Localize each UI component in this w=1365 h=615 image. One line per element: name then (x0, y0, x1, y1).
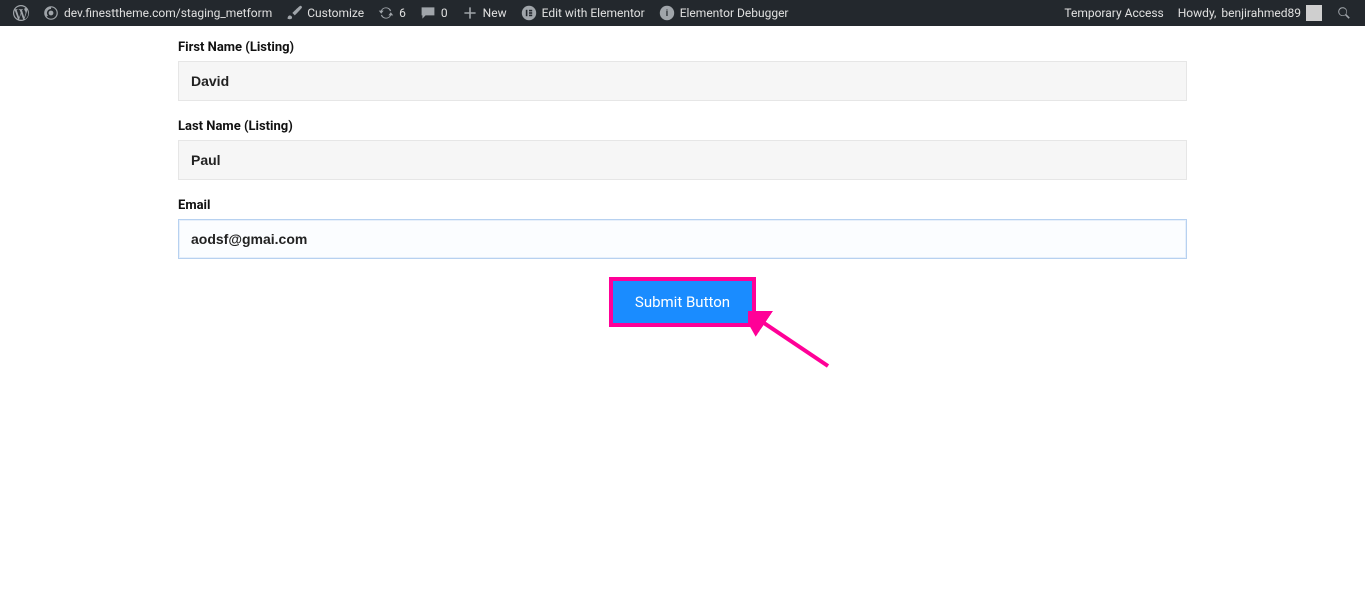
email-group: Email (178, 198, 1187, 259)
admin-bar-right: Temporary Access Howdy, benjirahmed89 (1057, 0, 1359, 26)
last-name-label: Last Name (Listing) (178, 119, 1187, 134)
wp-admin-bar: dev.finesttheme.com/staging_metform Cust… (0, 0, 1365, 26)
site-icon (43, 5, 59, 21)
email-input[interactable] (178, 219, 1187, 259)
last-name-group: Last Name (Listing) (178, 119, 1187, 180)
new-content-link[interactable]: New (455, 0, 514, 26)
comments-count: 0 (441, 7, 448, 19)
svg-text:i: i (665, 8, 667, 18)
new-label: New (483, 7, 507, 19)
temporary-access-link[interactable]: Temporary Access (1057, 0, 1170, 26)
brush-icon (286, 5, 302, 21)
debugger-icon: i (659, 5, 675, 21)
elementor-debugger-label: Elementor Debugger (680, 7, 789, 19)
edit-elementor-label: Edit with Elementor (542, 7, 645, 19)
first-name-label: First Name (Listing) (178, 40, 1187, 55)
submit-button[interactable]: Submit Button (609, 277, 756, 327)
site-name-menu[interactable]: dev.finesttheme.com/staging_metform (36, 0, 279, 26)
temporary-access-label: Temporary Access (1064, 7, 1163, 19)
updates-count: 6 (399, 7, 406, 19)
admin-search[interactable] (1329, 0, 1359, 26)
admin-bar-left: dev.finesttheme.com/staging_metform Cust… (6, 0, 796, 26)
email-label: Email (178, 198, 1187, 213)
update-icon (378, 5, 394, 21)
avatar (1306, 5, 1322, 21)
username-label: benjirahmed89 (1221, 7, 1301, 19)
comment-icon (420, 5, 436, 21)
customize-link[interactable]: Customize (279, 0, 371, 26)
my-account-link[interactable]: Howdy, benjirahmed89 (1171, 0, 1329, 26)
search-icon (1336, 5, 1352, 21)
wordpress-icon (13, 5, 29, 21)
comments-link[interactable]: 0 (413, 0, 455, 26)
plus-icon (462, 5, 478, 21)
submit-wrap: Submit Button (178, 277, 1187, 327)
first-name-group: First Name (Listing) (178, 40, 1187, 101)
edit-elementor-link[interactable]: Edit with Elementor (514, 0, 652, 26)
customize-label: Customize (307, 7, 364, 19)
elementor-icon (521, 5, 537, 21)
last-name-input[interactable] (178, 140, 1187, 180)
howdy-prefix: Howdy, (1178, 7, 1217, 19)
wp-logo-menu[interactable] (6, 0, 36, 26)
updates-link[interactable]: 6 (371, 0, 413, 26)
first-name-input[interactable] (178, 61, 1187, 101)
site-name-text: dev.finesttheme.com/staging_metform (64, 7, 272, 19)
elementor-debugger-link[interactable]: i Elementor Debugger (652, 0, 796, 26)
page-body: First Name (Listing) Last Name (Listing)… (0, 26, 1365, 327)
